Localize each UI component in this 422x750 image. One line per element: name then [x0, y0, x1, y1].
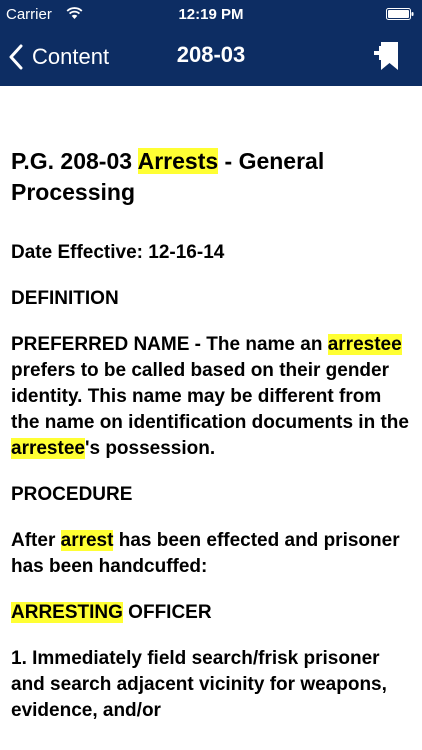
definition-text-end: 's possession. [84, 438, 216, 459]
add-bookmark-icon[interactable] [374, 41, 400, 71]
title-prefix: P.G. 208-03 [11, 148, 138, 174]
procedure-intro: After arrest has been effected and priso… [11, 528, 411, 580]
definition-heading: DEFINITION [11, 288, 119, 309]
procedure-text-start: After [11, 530, 61, 551]
definition-text-middle: prefers to be called based on their gend… [11, 360, 409, 433]
search-highlight: arrestee [11, 438, 85, 459]
search-highlight: Arrests [137, 148, 219, 174]
definition-paragraph: PREFERRED NAME - The name an arrestee pr… [11, 332, 411, 462]
procedure-step-1: 1. Immediately field search/frisk prison… [11, 648, 387, 721]
search-highlight: ARRESTING [11, 602, 123, 623]
navigation-header: Carrier 12:19 PM Content 208-03 [0, 0, 422, 86]
chevron-left-icon [9, 44, 23, 70]
status-bar: Carrier 12:19 PM [0, 0, 422, 32]
search-highlight: arrestee [327, 334, 402, 355]
definition-text-start: PREFERRED NAME - The name an [11, 334, 328, 355]
nav-bar: Content 208-03 [0, 32, 422, 86]
search-highlight: arrest [60, 530, 114, 551]
document-title: P.G. 208-03 Arrests - General Processing [11, 146, 411, 208]
battery-icon [386, 8, 414, 20]
date-effective: Date Effective: 12-16-14 [11, 242, 225, 263]
back-button-label: Content [32, 44, 110, 69]
clock-time: 12:19 PM [178, 6, 244, 23]
page-title: 208-03 [176, 42, 246, 67]
officer-heading: ARRESTING OFFICER [11, 600, 411, 626]
officer-heading-suffix: OFFICER [122, 602, 212, 623]
document-content: P.G. 208-03 Arrests - General Processing… [11, 146, 411, 744]
back-button[interactable]: Content [8, 40, 109, 74]
procedure-heading: PROCEDURE [11, 484, 133, 505]
